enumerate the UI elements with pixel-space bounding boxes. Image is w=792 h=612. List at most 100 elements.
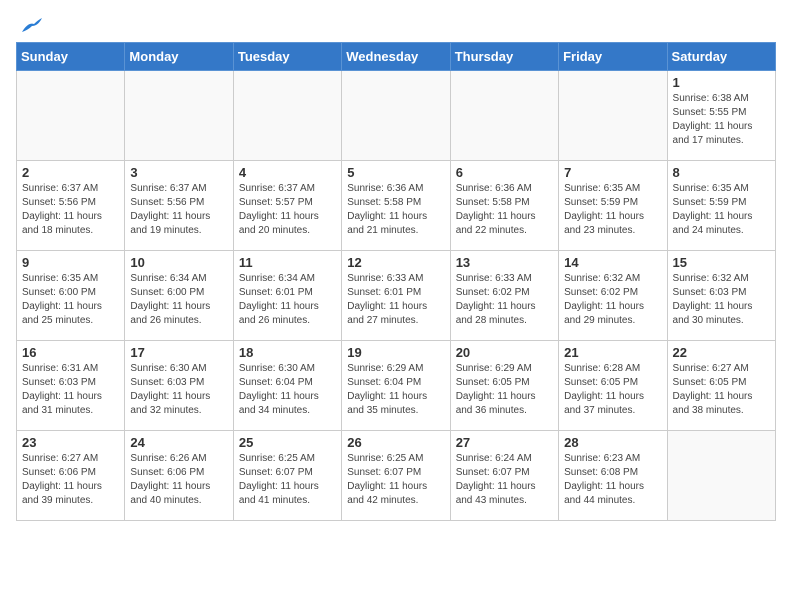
day-info: Sunrise: 6:37 AM Sunset: 5:56 PM Dayligh… [22, 182, 119, 238]
day-info: Sunrise: 6:38 AM Sunset: 5:55 PM Dayligh… [673, 92, 770, 148]
day-info: Sunrise: 6:29 AM Sunset: 6:05 PM Dayligh… [456, 362, 553, 418]
col-header-saturday: Saturday [667, 43, 775, 71]
day-info: Sunrise: 6:32 AM Sunset: 6:02 PM Dayligh… [564, 272, 661, 328]
calendar-cell [450, 71, 558, 161]
day-number: 6 [456, 165, 553, 180]
day-number: 8 [673, 165, 770, 180]
calendar-cell: 24 Sunrise: 6:26 AM Sunset: 6:06 PM Dayli… [125, 431, 233, 521]
day-number: 13 [456, 255, 553, 270]
col-header-monday: Monday [125, 43, 233, 71]
day-number: 14 [564, 255, 661, 270]
day-info: Sunrise: 6:34 AM Sunset: 6:01 PM Dayligh… [239, 272, 336, 328]
calendar-cell [559, 71, 667, 161]
calendar-week-4: 16 Sunrise: 6:31 AM Sunset: 6:03 PM Dayli… [17, 341, 776, 431]
calendar-cell: 26 Sunrise: 6:25 AM Sunset: 6:07 PM Dayli… [342, 431, 450, 521]
day-number: 23 [22, 435, 119, 450]
calendar-cell: 20 Sunrise: 6:29 AM Sunset: 6:05 PM Dayli… [450, 341, 558, 431]
calendar-cell [125, 71, 233, 161]
calendar-cell: 3 Sunrise: 6:37 AM Sunset: 5:56 PM Daylig… [125, 161, 233, 251]
calendar-week-5: 23Sunrise: 6:27 AM Sunset: 6:06 PM Dayli… [17, 431, 776, 521]
col-header-wednesday: Wednesday [342, 43, 450, 71]
calendar-cell: 9 Sunrise: 6:35 AM Sunset: 6:00 PM Daylig… [17, 251, 125, 341]
day-number: 11 [239, 255, 336, 270]
day-info: Sunrise: 6:36 AM Sunset: 5:58 PM Dayligh… [456, 182, 553, 238]
day-info: Sunrise: 6:37 AM Sunset: 5:57 PM Dayligh… [239, 182, 336, 238]
day-info: Sunrise: 6:34 AM Sunset: 6:00 PM Dayligh… [130, 272, 227, 328]
logo [16, 16, 42, 34]
calendar-cell: 27 Sunrise: 6:24 AM Sunset: 6:07 PM Dayli… [450, 431, 558, 521]
day-number: 21 [564, 345, 661, 360]
calendar-cell: 12 Sunrise: 6:33 AM Sunset: 6:01 PM Dayli… [342, 251, 450, 341]
day-info: Sunrise: 6:33 AM Sunset: 6:01 PM Dayligh… [347, 272, 444, 328]
day-number: 17 [130, 345, 227, 360]
calendar-cell: 8 Sunrise: 6:35 AM Sunset: 5:59 PM Daylig… [667, 161, 775, 251]
day-number: 25 [239, 435, 336, 450]
calendar-cell: 11 Sunrise: 6:34 AM Sunset: 6:01 PM Dayli… [233, 251, 341, 341]
day-info: Sunrise: 6:30 AM Sunset: 6:03 PM Dayligh… [130, 362, 227, 418]
logo-bird-icon [20, 18, 42, 36]
day-info: Sunrise: 6:26 AM Sunset: 6:06 PM Dayligh… [130, 452, 227, 508]
calendar-cell: 23Sunrise: 6:27 AM Sunset: 6:06 PM Dayli… [17, 431, 125, 521]
day-number: 27 [456, 435, 553, 450]
calendar-cell: 14 Sunrise: 6:32 AM Sunset: 6:02 PM Dayli… [559, 251, 667, 341]
calendar-cell: 6 Sunrise: 6:36 AM Sunset: 5:58 PM Daylig… [450, 161, 558, 251]
day-info: Sunrise: 6:33 AM Sunset: 6:02 PM Dayligh… [456, 272, 553, 328]
day-number: 22 [673, 345, 770, 360]
day-number: 12 [347, 255, 444, 270]
calendar-cell: 28Sunrise: 6:23 AM Sunset: 6:08 PM Dayli… [559, 431, 667, 521]
day-info: Sunrise: 6:29 AM Sunset: 6:04 PM Dayligh… [347, 362, 444, 418]
calendar-cell: 19 Sunrise: 6:29 AM Sunset: 6:04 PM Dayli… [342, 341, 450, 431]
day-number: 15 [673, 255, 770, 270]
day-number: 1 [673, 75, 770, 90]
day-number: 20 [456, 345, 553, 360]
calendar-header-row: SundayMondayTuesdayWednesdayThursdayFrid… [17, 43, 776, 71]
day-number: 18 [239, 345, 336, 360]
day-number: 10 [130, 255, 227, 270]
day-info: Sunrise: 6:28 AM Sunset: 6:05 PM Dayligh… [564, 362, 661, 418]
calendar-cell: 17 Sunrise: 6:30 AM Sunset: 6:03 PM Dayli… [125, 341, 233, 431]
col-header-sunday: Sunday [17, 43, 125, 71]
calendar-cell: 4 Sunrise: 6:37 AM Sunset: 5:57 PM Daylig… [233, 161, 341, 251]
calendar-cell: 16 Sunrise: 6:31 AM Sunset: 6:03 PM Dayli… [17, 341, 125, 431]
calendar-cell [667, 431, 775, 521]
day-number: 24 [130, 435, 227, 450]
day-number: 3 [130, 165, 227, 180]
day-number: 26 [347, 435, 444, 450]
calendar-table: SundayMondayTuesdayWednesdayThursdayFrid… [16, 42, 776, 521]
calendar-cell: 7Sunrise: 6:35 AM Sunset: 5:59 PM Daylig… [559, 161, 667, 251]
day-number: 16 [22, 345, 119, 360]
day-number: 28 [564, 435, 661, 450]
calendar-cell: 22 Sunrise: 6:27 AM Sunset: 6:05 PM Dayli… [667, 341, 775, 431]
calendar-cell: 2Sunrise: 6:37 AM Sunset: 5:56 PM Daylig… [17, 161, 125, 251]
calendar-week-3: 9 Sunrise: 6:35 AM Sunset: 6:00 PM Daylig… [17, 251, 776, 341]
day-number: 4 [239, 165, 336, 180]
day-info: Sunrise: 6:31 AM Sunset: 6:03 PM Dayligh… [22, 362, 119, 418]
calendar-cell: 1 Sunrise: 6:38 AM Sunset: 5:55 PM Daylig… [667, 71, 775, 161]
calendar-cell: 18Sunrise: 6:30 AM Sunset: 6:04 PM Dayli… [233, 341, 341, 431]
calendar-week-2: 2Sunrise: 6:37 AM Sunset: 5:56 PM Daylig… [17, 161, 776, 251]
day-info: Sunrise: 6:32 AM Sunset: 6:03 PM Dayligh… [673, 272, 770, 328]
calendar-cell: 5 Sunrise: 6:36 AM Sunset: 5:58 PM Daylig… [342, 161, 450, 251]
day-info: Sunrise: 6:25 AM Sunset: 6:07 PM Dayligh… [347, 452, 444, 508]
calendar-cell: 25Sunrise: 6:25 AM Sunset: 6:07 PM Dayli… [233, 431, 341, 521]
day-info: Sunrise: 6:27 AM Sunset: 6:05 PM Dayligh… [673, 362, 770, 418]
day-number: 5 [347, 165, 444, 180]
day-info: Sunrise: 6:24 AM Sunset: 6:07 PM Dayligh… [456, 452, 553, 508]
day-number: 9 [22, 255, 119, 270]
calendar-week-1: 1 Sunrise: 6:38 AM Sunset: 5:55 PM Daylig… [17, 71, 776, 161]
day-info: Sunrise: 6:35 AM Sunset: 6:00 PM Dayligh… [22, 272, 119, 328]
day-info: Sunrise: 6:35 AM Sunset: 5:59 PM Dayligh… [673, 182, 770, 238]
calendar-cell: 10 Sunrise: 6:34 AM Sunset: 6:00 PM Dayli… [125, 251, 233, 341]
calendar-cell: 21 Sunrise: 6:28 AM Sunset: 6:05 PM Dayli… [559, 341, 667, 431]
col-header-thursday: Thursday [450, 43, 558, 71]
day-info: Sunrise: 6:37 AM Sunset: 5:56 PM Dayligh… [130, 182, 227, 238]
col-header-tuesday: Tuesday [233, 43, 341, 71]
page-header [16, 16, 776, 34]
calendar-cell: 15 Sunrise: 6:32 AM Sunset: 6:03 PM Dayli… [667, 251, 775, 341]
day-number: 19 [347, 345, 444, 360]
calendar-cell: 13 Sunrise: 6:33 AM Sunset: 6:02 PM Dayli… [450, 251, 558, 341]
col-header-friday: Friday [559, 43, 667, 71]
day-info: Sunrise: 6:36 AM Sunset: 5:58 PM Dayligh… [347, 182, 444, 238]
calendar-cell [233, 71, 341, 161]
day-info: Sunrise: 6:35 AM Sunset: 5:59 PM Dayligh… [564, 182, 661, 238]
